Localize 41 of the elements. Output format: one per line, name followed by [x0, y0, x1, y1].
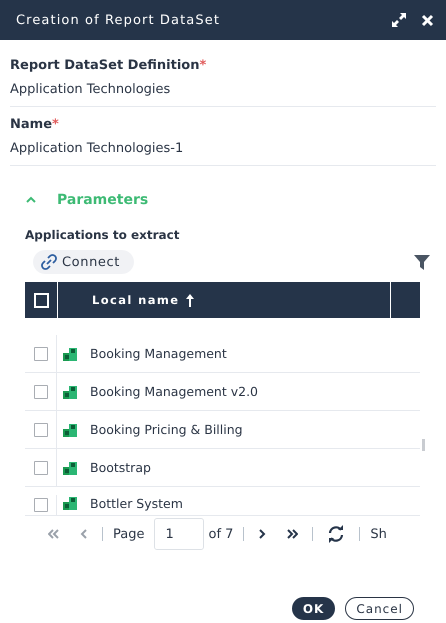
window-title: Creation of Report DataSet: [16, 12, 222, 28]
application-name[interactable]: Booking Pricing & Billing: [90, 422, 243, 437]
application-name[interactable]: Bootstrap: [90, 460, 151, 475]
field-label: Report DataSet Definition*: [10, 58, 208, 73]
page-count: of 7: [208, 526, 234, 542]
app-icon: [62, 422, 78, 438]
cancel-button[interactable]: Cancel: [345, 597, 414, 620]
app-icon: [62, 384, 78, 400]
sort-arrow-icon[interactable]: [185, 292, 196, 308]
scrollbar[interactable]: [422, 439, 425, 451]
row-checkbox[interactable]: [34, 460, 48, 474]
close-icon[interactable]: [421, 14, 434, 26]
row-checkbox[interactable]: [34, 384, 48, 398]
application-name[interactable]: Bottler System: [90, 496, 183, 510]
row-checkbox[interactable]: [34, 346, 48, 360]
page-input[interactable]: 1: [154, 518, 204, 550]
first-page-button[interactable]: [48, 529, 60, 539]
page-size-label: Sh: [370, 526, 387, 542]
field-label: Name*: [10, 117, 60, 132]
row-checkbox[interactable]: [34, 498, 48, 512]
connect-button[interactable]: Connect: [33, 250, 134, 274]
previous-page-button[interactable]: [80, 529, 88, 539]
link-icon: [41, 254, 57, 270]
refresh-icon[interactable]: [327, 525, 346, 543]
list-label: Applications to extract: [25, 228, 180, 242]
app-icon: [62, 460, 78, 476]
field-value[interactable]: Application Technologies: [10, 73, 436, 107]
app-icon: [62, 346, 78, 362]
ok-button[interactable]: OK: [292, 597, 336, 620]
column-header[interactable]: Local name: [92, 293, 180, 307]
application-name[interactable]: Booking Management: [90, 346, 227, 361]
next-page-button[interactable]: [258, 529, 266, 539]
page-label: Page: [113, 526, 144, 542]
field-value[interactable]: Application Technologies-1: [10, 132, 436, 166]
filter-icon[interactable]: [414, 254, 430, 270]
last-page-button[interactable]: [286, 529, 298, 539]
expand-icon[interactable]: [391, 12, 407, 28]
row-checkbox[interactable]: [34, 422, 48, 436]
app-icon: [62, 495, 78, 511]
select-all-checkbox[interactable]: [34, 292, 48, 308]
application-name[interactable]: Booking Management v2.0: [90, 384, 258, 399]
